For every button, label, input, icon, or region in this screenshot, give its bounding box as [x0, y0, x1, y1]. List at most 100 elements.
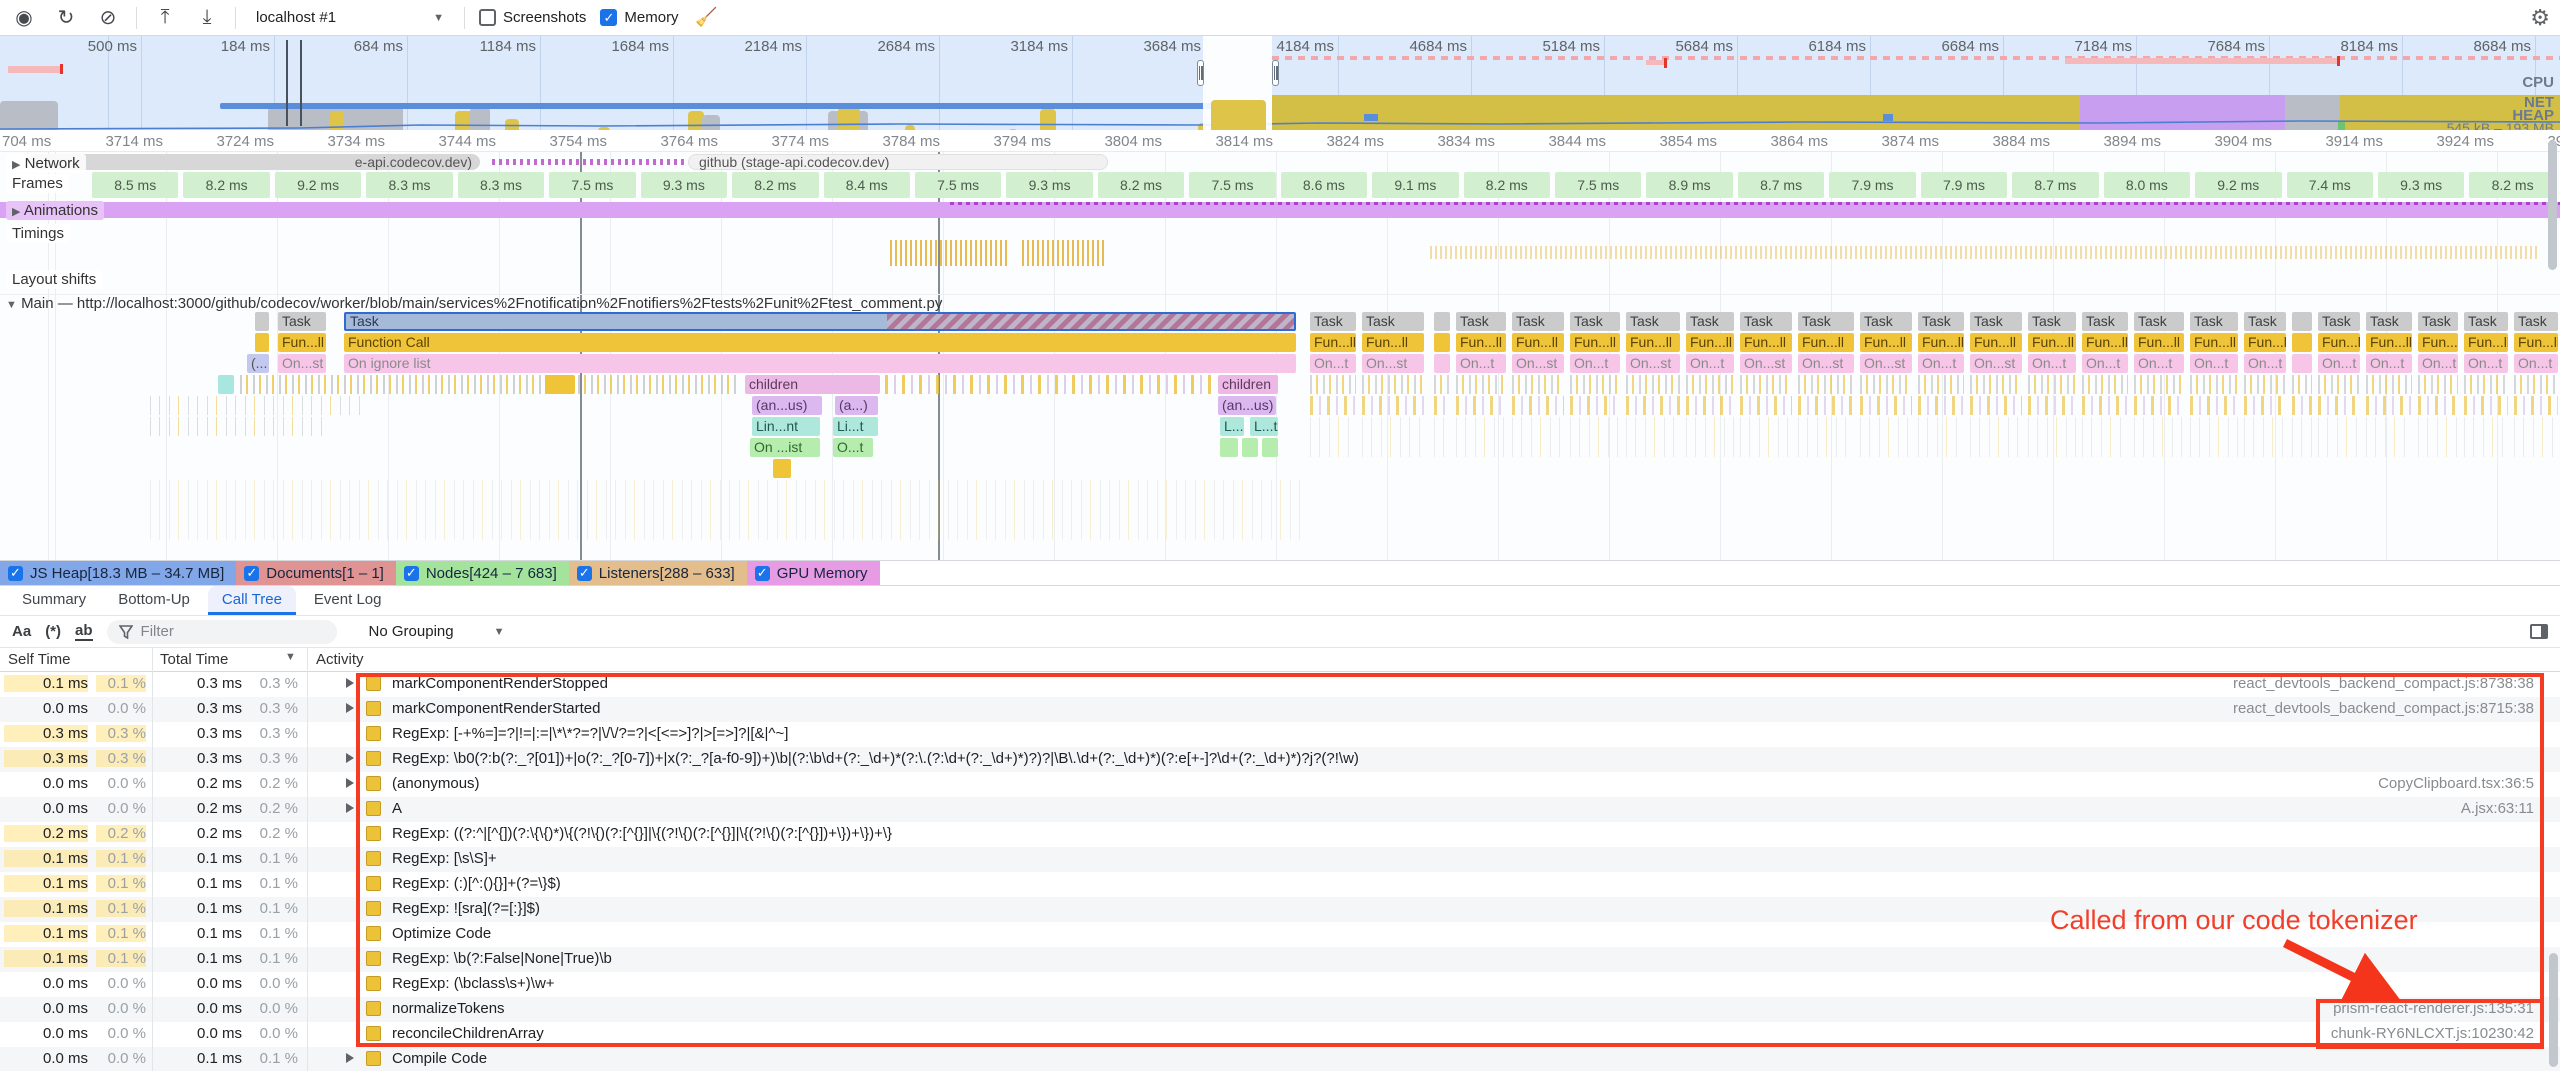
- task-event[interactable]: Task: [1970, 312, 2022, 331]
- task-event[interactable]: [255, 312, 269, 331]
- ignore-list-event[interactable]: On...st: [1362, 354, 1424, 373]
- main-thread-flame-chart[interactable]: Task Task Fun...ll Function Call (... On...st…: [0, 312, 2560, 560]
- task-event[interactable]: Task: [2028, 312, 2076, 331]
- frame-duration-cell[interactable]: 9.1 ms: [1372, 172, 1458, 198]
- on-list-event[interactable]: [1220, 438, 1238, 457]
- ignore-list-event[interactable]: On...t: [2464, 354, 2508, 373]
- function-call-event[interactable]: Fun...ll: [1456, 333, 1506, 352]
- function-call-event[interactable]: [2292, 333, 2312, 352]
- frame-duration-cell[interactable]: 8.9 ms: [1646, 172, 1732, 198]
- frame-duration-cell[interactable]: 7.5 ms: [1555, 172, 1641, 198]
- frame-duration-cell[interactable]: 8.2 ms: [183, 172, 269, 198]
- anonymous-event[interactable]: (a...): [835, 396, 878, 415]
- line-content-event[interactable]: L...t: [1250, 417, 1278, 436]
- anonymous-event[interactable]: (...: [247, 354, 269, 373]
- capture-target-select[interactable]: localhost #1 ▼: [250, 9, 450, 26]
- ignore-list-event[interactable]: On...st: [1798, 354, 1854, 373]
- frame-duration-cell[interactable]: 8.3 ms: [458, 172, 544, 198]
- task-event[interactable]: Task: [2366, 312, 2412, 331]
- function-call-event[interactable]: Fun...ll: [1970, 333, 2022, 352]
- flame-event[interactable]: [773, 459, 791, 478]
- frame-duration-cell[interactable]: 8.6 ms: [1281, 172, 1367, 198]
- function-call-event[interactable]: Fun...ll: [1626, 333, 1680, 352]
- on-list-event[interactable]: On ...ist: [750, 438, 820, 457]
- frame-duration-cell[interactable]: 7.5 ms: [549, 172, 635, 198]
- function-call-event[interactable]: [255, 333, 269, 352]
- memory-counter-toggle[interactable]: ✓JS Heap[18.3 MB – 34.7 MB]: [0, 561, 236, 585]
- frame-duration-cell[interactable]: 8.4 ms: [824, 172, 910, 198]
- reload-and-record-icon[interactable]: ↻: [52, 5, 80, 30]
- function-call-event[interactable]: Fun...ll: [2244, 333, 2286, 352]
- line-content-event[interactable]: L...: [1220, 417, 1244, 436]
- frame-duration-cell[interactable]: 8.2 ms: [732, 172, 818, 198]
- memory-counter-toggle[interactable]: ✓Documents[1 – 1]: [236, 561, 396, 585]
- task-event[interactable]: [1434, 312, 1450, 331]
- function-call-event[interactable]: Function Call: [344, 333, 1296, 352]
- memory-counter-toggle[interactable]: ✓Listeners[288 – 633]: [569, 561, 747, 585]
- task-event[interactable]: Task: [278, 312, 326, 331]
- total-time-header[interactable]: Total Time: [160, 651, 228, 668]
- ignore-list-event[interactable]: On...t: [2366, 354, 2412, 373]
- frame-duration-cell[interactable]: 9.2 ms: [275, 172, 361, 198]
- memory-checkbox[interactable]: ✓: [600, 9, 617, 26]
- ignore-list-event[interactable]: On...t: [1310, 354, 1356, 373]
- ignore-list-event[interactable]: On...t: [1456, 354, 1506, 373]
- function-call-event[interactable]: Fun...ll: [2318, 333, 2360, 352]
- frame-duration-cell[interactable]: 8.2 ms: [1464, 172, 1550, 198]
- line-content-event[interactable]: Li...t: [833, 417, 878, 436]
- task-event[interactable]: Task: [1362, 312, 1424, 331]
- counter-checkbox[interactable]: ✓: [8, 566, 23, 581]
- function-call-event[interactable]: Fun...ll: [278, 333, 326, 352]
- function-call-event[interactable]: Fun...ll: [1860, 333, 1912, 352]
- frame-duration-cell[interactable]: 9.2 ms: [2195, 172, 2281, 198]
- children-event[interactable]: children: [1218, 375, 1278, 394]
- record-icon[interactable]: ◉: [10, 5, 38, 30]
- layout-shifts-track[interactable]: Layout shifts: [0, 270, 2560, 292]
- line-content-event[interactable]: Lin...nt: [752, 417, 820, 436]
- selection-left-handle[interactable]: [1197, 60, 1204, 86]
- frame-duration-cell[interactable]: 8.7 ms: [2012, 172, 2098, 198]
- ignore-list-event[interactable]: On...st: [278, 354, 326, 373]
- flame-event[interactable]: [218, 375, 234, 394]
- task-event[interactable]: Task: [2134, 312, 2184, 331]
- task-event[interactable]: Task: [1860, 312, 1912, 331]
- timings-track[interactable]: Timings: [0, 222, 2560, 268]
- task-event[interactable]: [2292, 312, 2312, 331]
- function-call-event[interactable]: Fun...ll: [1512, 333, 1564, 352]
- task-event[interactable]: Task: [2244, 312, 2286, 331]
- counter-checkbox[interactable]: ✓: [244, 566, 259, 581]
- function-call-event[interactable]: Fun...ll: [2190, 333, 2238, 352]
- tracks-scrollbar-thumb[interactable]: [2548, 140, 2557, 270]
- on-list-event[interactable]: [1242, 438, 1258, 457]
- memory-counter-toggle[interactable]: ✓Nodes[424 – 7 683]: [396, 561, 569, 585]
- task-event[interactable]: Task: [2318, 312, 2360, 331]
- ignore-list-event[interactable]: On...st: [1512, 354, 1564, 373]
- function-call-event[interactable]: Fun...ll: [2082, 333, 2128, 352]
- load-profile-icon[interactable]: ⤒: [151, 6, 179, 29]
- network-request-bar[interactable]: github (stage-api.codecov.dev): [688, 154, 1108, 170]
- frame-duration-cell[interactable]: 8.2 ms: [2469, 172, 2555, 198]
- layout-shifts-track-label[interactable]: Layout shifts: [6, 270, 102, 289]
- flame-event[interactable]: [545, 375, 575, 394]
- task-event[interactable]: Task: [2514, 312, 2558, 331]
- function-call-event[interactable]: Fun...ll: [1740, 333, 1792, 352]
- table-row[interactable]: 0.0 ms0.0 %0.1 ms0.1 %Compile Code: [0, 1047, 2560, 1071]
- ignore-list-event[interactable]: On ignore list: [344, 354, 1296, 373]
- frame-duration-cell[interactable]: 9.3 ms: [641, 172, 727, 198]
- screenshots-checkbox-row[interactable]: Screenshots: [479, 9, 586, 26]
- memory-checkbox-row[interactable]: ✓ Memory: [600, 9, 678, 26]
- activity-label[interactable]: Compile Code: [392, 1050, 487, 1067]
- grouping-select[interactable]: No Grouping ▼: [351, 623, 505, 640]
- save-profile-icon[interactable]: ⤓: [193, 6, 221, 29]
- animations-track-label[interactable]: ▶ Animations: [6, 201, 104, 220]
- frames-track-label[interactable]: Frames: [6, 174, 69, 193]
- task-event[interactable]: Task: [1918, 312, 1964, 331]
- counter-checkbox[interactable]: ✓: [755, 566, 770, 581]
- function-call-event[interactable]: Fun...ll: [1686, 333, 1734, 352]
- match-whole-word-icon[interactable]: ab: [75, 622, 93, 641]
- frame-duration-cell[interactable]: 9.3 ms: [1006, 172, 1092, 198]
- animations-track[interactable]: ▶ Animations: [0, 202, 2560, 218]
- screenshots-checkbox[interactable]: [479, 9, 496, 26]
- show-heaviest-stack-icon[interactable]: [2530, 624, 2548, 639]
- counter-checkbox[interactable]: ✓: [404, 566, 419, 581]
